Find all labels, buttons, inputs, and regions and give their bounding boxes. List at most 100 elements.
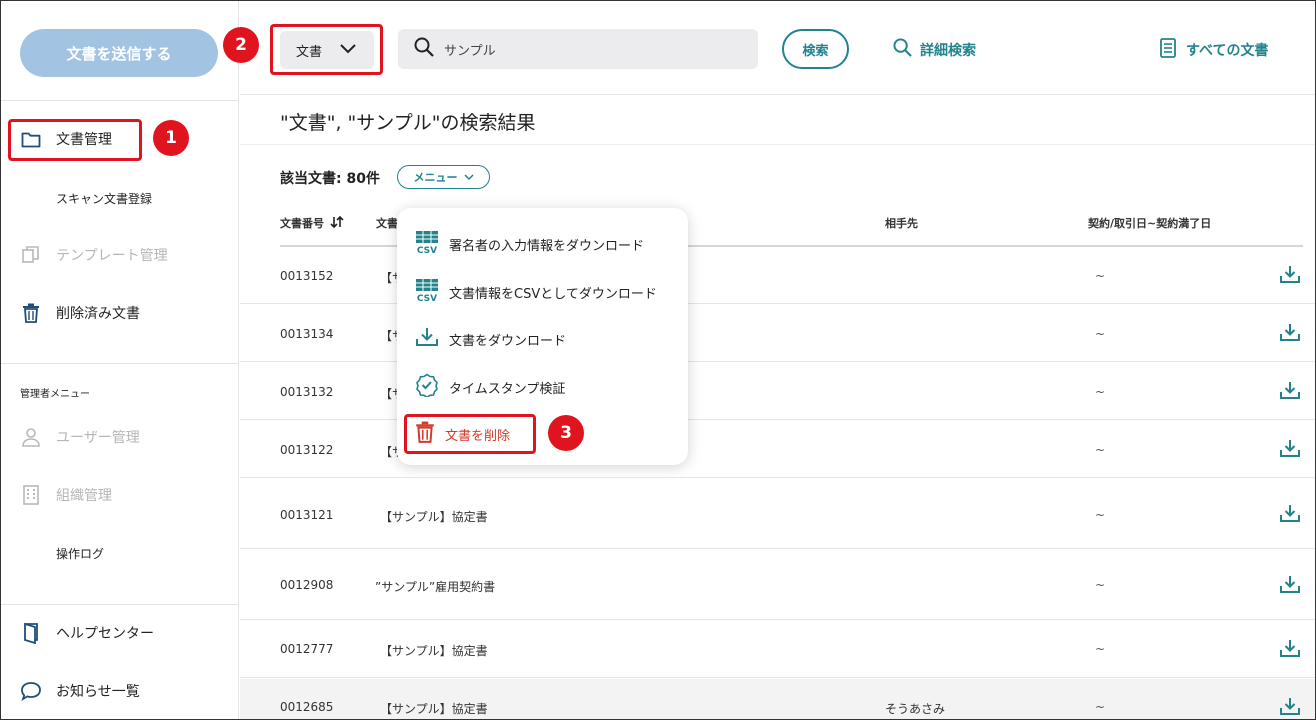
row-number: 0012908 (280, 578, 334, 592)
sidebar-item-org-management[interactable]: 組織管理 (20, 481, 112, 509)
speech-bubble-icon (20, 680, 42, 702)
row-title: 【サンプル】協定書 (380, 702, 488, 716)
admin-menu-heading: 管理者メニュー (20, 389, 90, 400)
sidebar: 文書を送信する 文書管理 スキャン文書登録 テンプレート管理 削除済み文書 管理… (0, 0, 239, 720)
step-badge-3: 3 (548, 415, 584, 451)
menu-item-label: 署名者の入力情報をダウンロード (449, 238, 645, 254)
menu-item-download-doc[interactable]: 文書をダウンロード (415, 327, 566, 351)
download-icon[interactable] (1280, 575, 1300, 596)
sidebar-item-deleted-docs[interactable]: 削除済み文書 (20, 299, 140, 327)
download-icon[interactable] (1280, 639, 1300, 660)
row-partner: そうあさみ (885, 702, 946, 716)
column-header-label: 文書番号 (280, 217, 324, 230)
column-header-partner: 相手先 (885, 217, 918, 230)
sidebar-item-help-center[interactable]: ヘルプセンター (20, 619, 154, 647)
send-document-button[interactable]: 文書を送信する (20, 29, 218, 77)
sidebar-divider (0, 604, 239, 605)
menu-button[interactable]: メニュー (397, 165, 490, 189)
sidebar-item-operation-log[interactable]: 操作ログ (56, 545, 104, 562)
table-row[interactable]: 0012685 【サンプル】協定書 そうあさみ ~ (240, 679, 1316, 720)
search-icon (414, 37, 434, 61)
sidebar-item-label: 削除済み文書 (56, 306, 140, 322)
row-number: 0012685 (280, 700, 334, 714)
row-date: ~ (1095, 385, 1106, 399)
csv-icon: CSV (415, 278, 439, 306)
download-icon[interactable] (1280, 381, 1300, 402)
row-number: 0013121 (280, 508, 334, 522)
svg-text:CSV: CSV (417, 246, 437, 254)
csv-icon: CSV (415, 230, 439, 258)
download-icon[interactable] (1280, 323, 1300, 344)
step-badge-1: 1 (153, 120, 189, 156)
download-icon[interactable] (1280, 697, 1300, 718)
building-icon (20, 484, 42, 506)
row-number: 0013122 (280, 443, 334, 457)
sidebar-item-label: お知らせ一覧 (56, 684, 140, 700)
search-box[interactable] (398, 29, 758, 69)
download-icon[interactable] (1280, 439, 1300, 460)
menu-item-label: 文書をダウンロード (449, 333, 567, 349)
column-header-title: 文書 (376, 217, 398, 230)
menu-item-label: タイムスタンプ検証 (449, 381, 566, 397)
sidebar-item-label: ヘルプセンター (56, 626, 154, 642)
row-number: 0013132 (280, 385, 334, 399)
template-icon (20, 244, 42, 266)
row-number: 0013134 (280, 327, 334, 341)
advanced-search-link[interactable]: 詳細検索 (893, 38, 976, 61)
step-badge-2: 2 (223, 27, 259, 63)
highlight-box-type-select (270, 24, 383, 75)
row-date: ~ (1095, 642, 1106, 656)
svg-text:CSV: CSV (417, 294, 437, 302)
sidebar-divider (0, 100, 239, 101)
sidebar-item-label: ユーザー管理 (56, 430, 140, 446)
menu-item-download-doc-csv[interactable]: CSV 文書情報をCSVとしてダウンロード (415, 278, 657, 306)
table-row[interactable]: 0013121 【サンプル】協定書 ~ (240, 479, 1316, 549)
highlight-box-doc-management (8, 119, 142, 161)
advanced-search-label: 詳細検索 (920, 42, 976, 59)
row-date: ~ (1095, 508, 1106, 522)
highlight-box-delete (404, 414, 536, 454)
row-title: 【サンプル】協定書 (380, 644, 488, 658)
row-date: ~ (1095, 443, 1106, 457)
results-divider (240, 144, 1316, 145)
sidebar-item-scan-register[interactable]: スキャン文書登録 (56, 190, 152, 207)
download-icon (415, 327, 439, 351)
search-button[interactable]: 検索 (782, 29, 849, 69)
row-date: ~ (1095, 327, 1106, 341)
menu-button-label: メニュー (413, 171, 458, 184)
row-number: 0013152 (280, 269, 334, 283)
row-title: 【サンプル】協定書 (380, 510, 488, 524)
all-documents-label: すべての文書 (1186, 43, 1269, 59)
book-icon (20, 622, 42, 644)
user-icon (20, 426, 42, 448)
row-title: ”サンプル”雇用契約書 (375, 580, 496, 594)
search-input[interactable] (444, 41, 744, 57)
sidebar-item-template-management[interactable]: テンプレート管理 (20, 241, 168, 269)
verified-check-icon (415, 373, 439, 401)
result-count: 該当文書: 80件 (280, 171, 380, 187)
sidebar-item-label: 組織管理 (56, 488, 112, 504)
column-header-date: 契約/取引日~契約満了日 (1088, 217, 1212, 230)
row-date: ~ (1095, 578, 1106, 592)
all-documents-link[interactable]: すべての文書 (1160, 38, 1268, 62)
document-list-icon (1160, 38, 1176, 62)
sidebar-item-user-management[interactable]: ユーザー管理 (20, 423, 140, 451)
row-number: 0012777 (280, 642, 334, 656)
sort-icon (330, 215, 344, 231)
menu-item-download-signer-info[interactable]: CSV 署名者の入力情報をダウンロード (415, 230, 644, 258)
sidebar-divider (0, 363, 239, 364)
row-date: ~ (1095, 700, 1106, 714)
sidebar-item-label: テンプレート管理 (56, 248, 168, 264)
table-row[interactable]: 0012777 【サンプル】協定書 ~ (240, 621, 1316, 678)
sidebar-item-notices[interactable]: お知らせ一覧 (20, 677, 140, 705)
download-icon[interactable] (1280, 504, 1300, 525)
menu-item-label: 文書情報をCSVとしてダウンロード (449, 286, 657, 302)
download-icon[interactable] (1280, 265, 1300, 286)
table-row[interactable]: 0012908 ”サンプル”雇用契約書 ~ (240, 550, 1316, 620)
results-title: "文書", "サンプル"の検索結果 (280, 112, 536, 134)
row-date: ~ (1095, 269, 1106, 283)
chevron-down-icon (463, 171, 474, 184)
trash-icon (20, 302, 42, 324)
column-header-number[interactable]: 文書番号 (280, 215, 344, 231)
menu-item-timestamp-verify[interactable]: タイムスタンプ検証 (415, 373, 565, 401)
